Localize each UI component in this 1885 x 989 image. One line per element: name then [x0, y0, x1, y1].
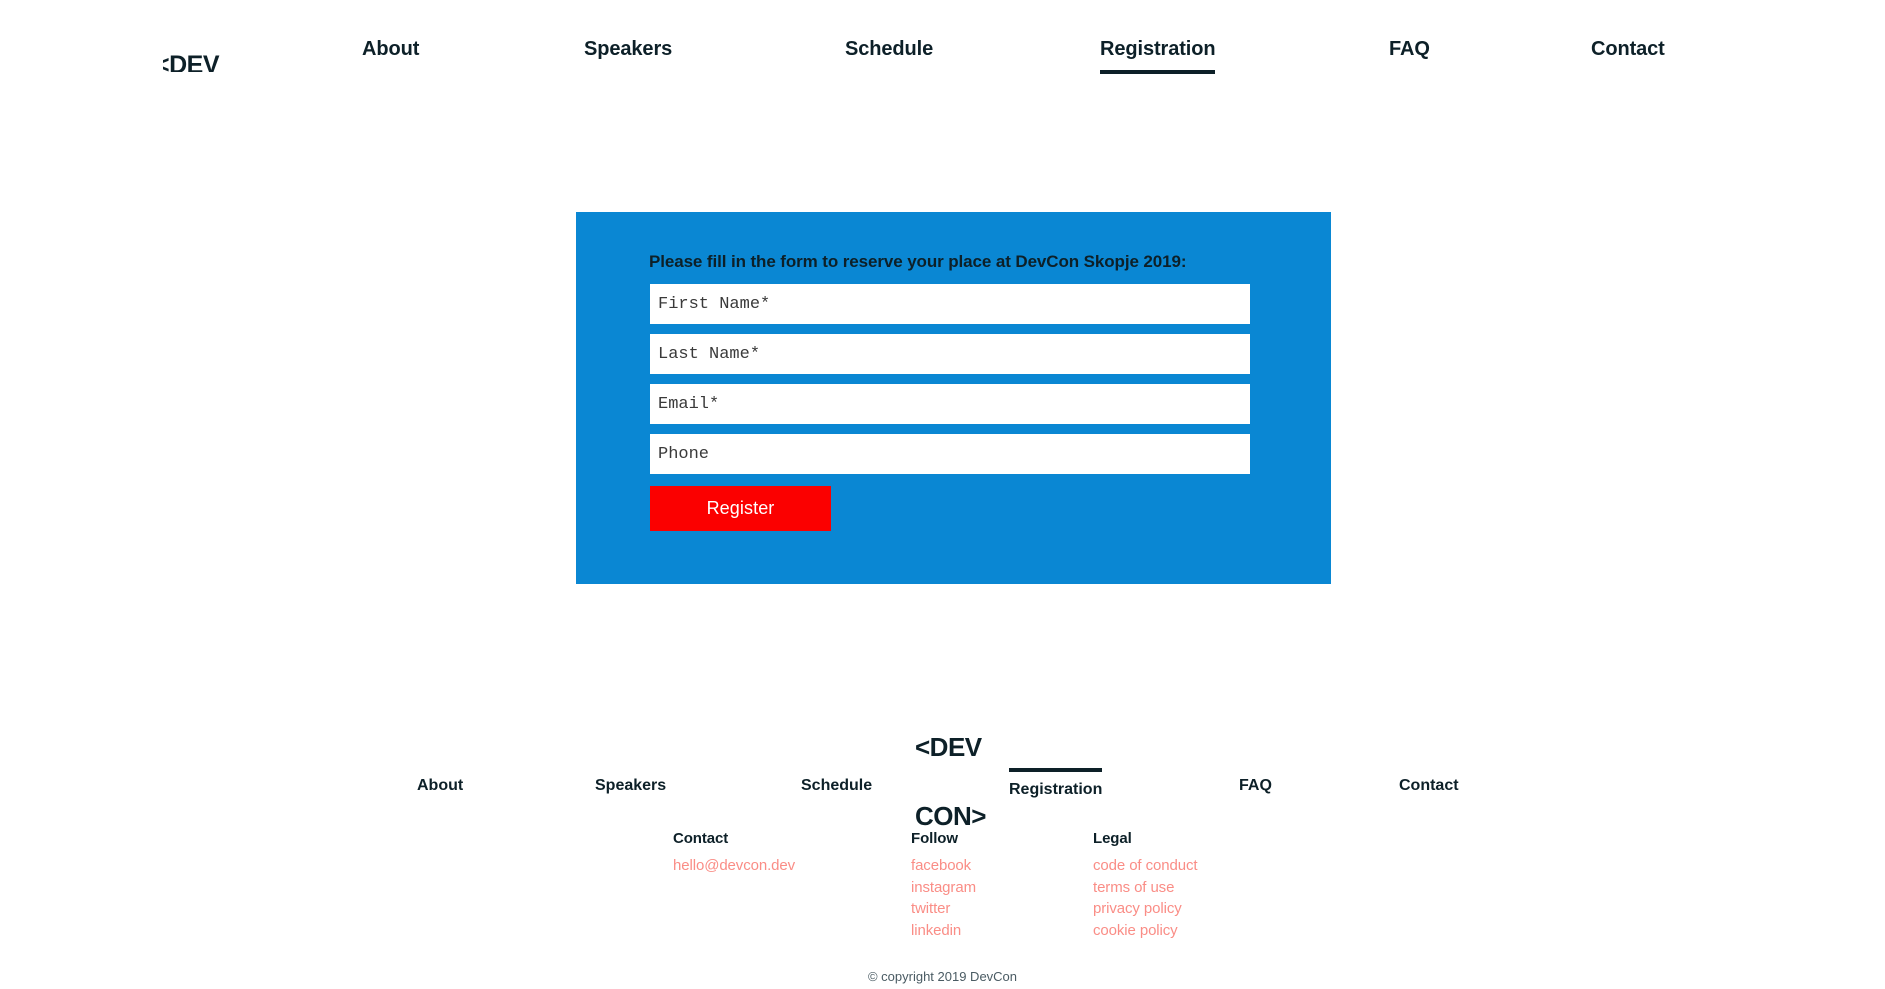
first-name-input[interactable]: [650, 284, 1250, 324]
nav-item-faq[interactable]: FAQ: [1389, 38, 1430, 70]
nav-item-about[interactable]: About: [362, 38, 419, 70]
nav-item-schedule[interactable]: Schedule: [845, 38, 933, 70]
footer-column-contact: Contact hello@devcon.dev: [673, 830, 795, 877]
registration-form-panel: Please fill in the form to reserve your …: [576, 212, 1331, 584]
footer-link-privacy-policy[interactable]: privacy policy: [1093, 898, 1197, 920]
nav-item-speakers[interactable]: Speakers: [584, 38, 672, 70]
footer-nav-item-about[interactable]: About: [417, 768, 463, 795]
footer-column-follow: Follow facebook instagram twitter linked…: [911, 830, 976, 941]
footer-link-facebook[interactable]: facebook: [911, 855, 976, 877]
footer-column-legal-title: Legal: [1093, 830, 1132, 847]
footer-link-linkedin[interactable]: linkedin: [911, 920, 976, 942]
footer-nav-item-registration[interactable]: Registration: [1009, 768, 1103, 799]
nav-item-contact[interactable]: Contact: [1591, 38, 1665, 70]
email-input[interactable]: [650, 384, 1250, 424]
form-heading: Please fill in the form to reserve your …: [649, 252, 1187, 271]
nav-item-registration[interactable]: Registration: [1100, 38, 1216, 74]
footer-column-legal: Legal code of conduct terms of use priva…: [1093, 830, 1198, 942]
footer-nav-item-faq[interactable]: FAQ: [1239, 768, 1272, 795]
footer-link-cookie-policy[interactable]: cookie policy: [1093, 920, 1197, 942]
phone-input[interactable]: [650, 434, 1250, 474]
footer-link-terms-of-use[interactable]: terms of use: [1093, 877, 1197, 899]
footer-logo-line-1: <DEV: [915, 732, 982, 762]
copyright-text: © copyright 2019 DevCon: [867, 969, 1018, 984]
register-button[interactable]: Register: [650, 486, 831, 531]
footer-link-code-of-conduct[interactable]: code of conduct: [1093, 855, 1198, 877]
site-footer: <DEV CON> About Speakers Schedule Regist…: [0, 660, 1885, 989]
footer-link-twitter[interactable]: twitter: [911, 898, 976, 920]
footer-nav-item-speakers[interactable]: Speakers: [595, 768, 666, 795]
site-header: <DEV CON> About Speakers Schedule Regist…: [0, 0, 1885, 100]
footer-navigation: About Speakers Schedule Registration FAQ…: [0, 768, 1885, 808]
footer-column-contact-title: Contact: [673, 830, 729, 847]
footer-nav-item-contact[interactable]: Contact: [1399, 768, 1459, 795]
footer-column-follow-title: Follow: [911, 830, 958, 847]
header-navigation: About Speakers Schedule Registration FAQ…: [0, 0, 1885, 100]
last-name-input[interactable]: [650, 334, 1250, 374]
footer-link-email[interactable]: hello@devcon.dev: [673, 855, 795, 877]
form-fields: [650, 284, 1250, 484]
footer-link-instagram[interactable]: instagram: [911, 877, 976, 899]
footer-nav-item-schedule[interactable]: Schedule: [801, 768, 872, 795]
footer-logo-line-2: CON>: [915, 801, 986, 831]
